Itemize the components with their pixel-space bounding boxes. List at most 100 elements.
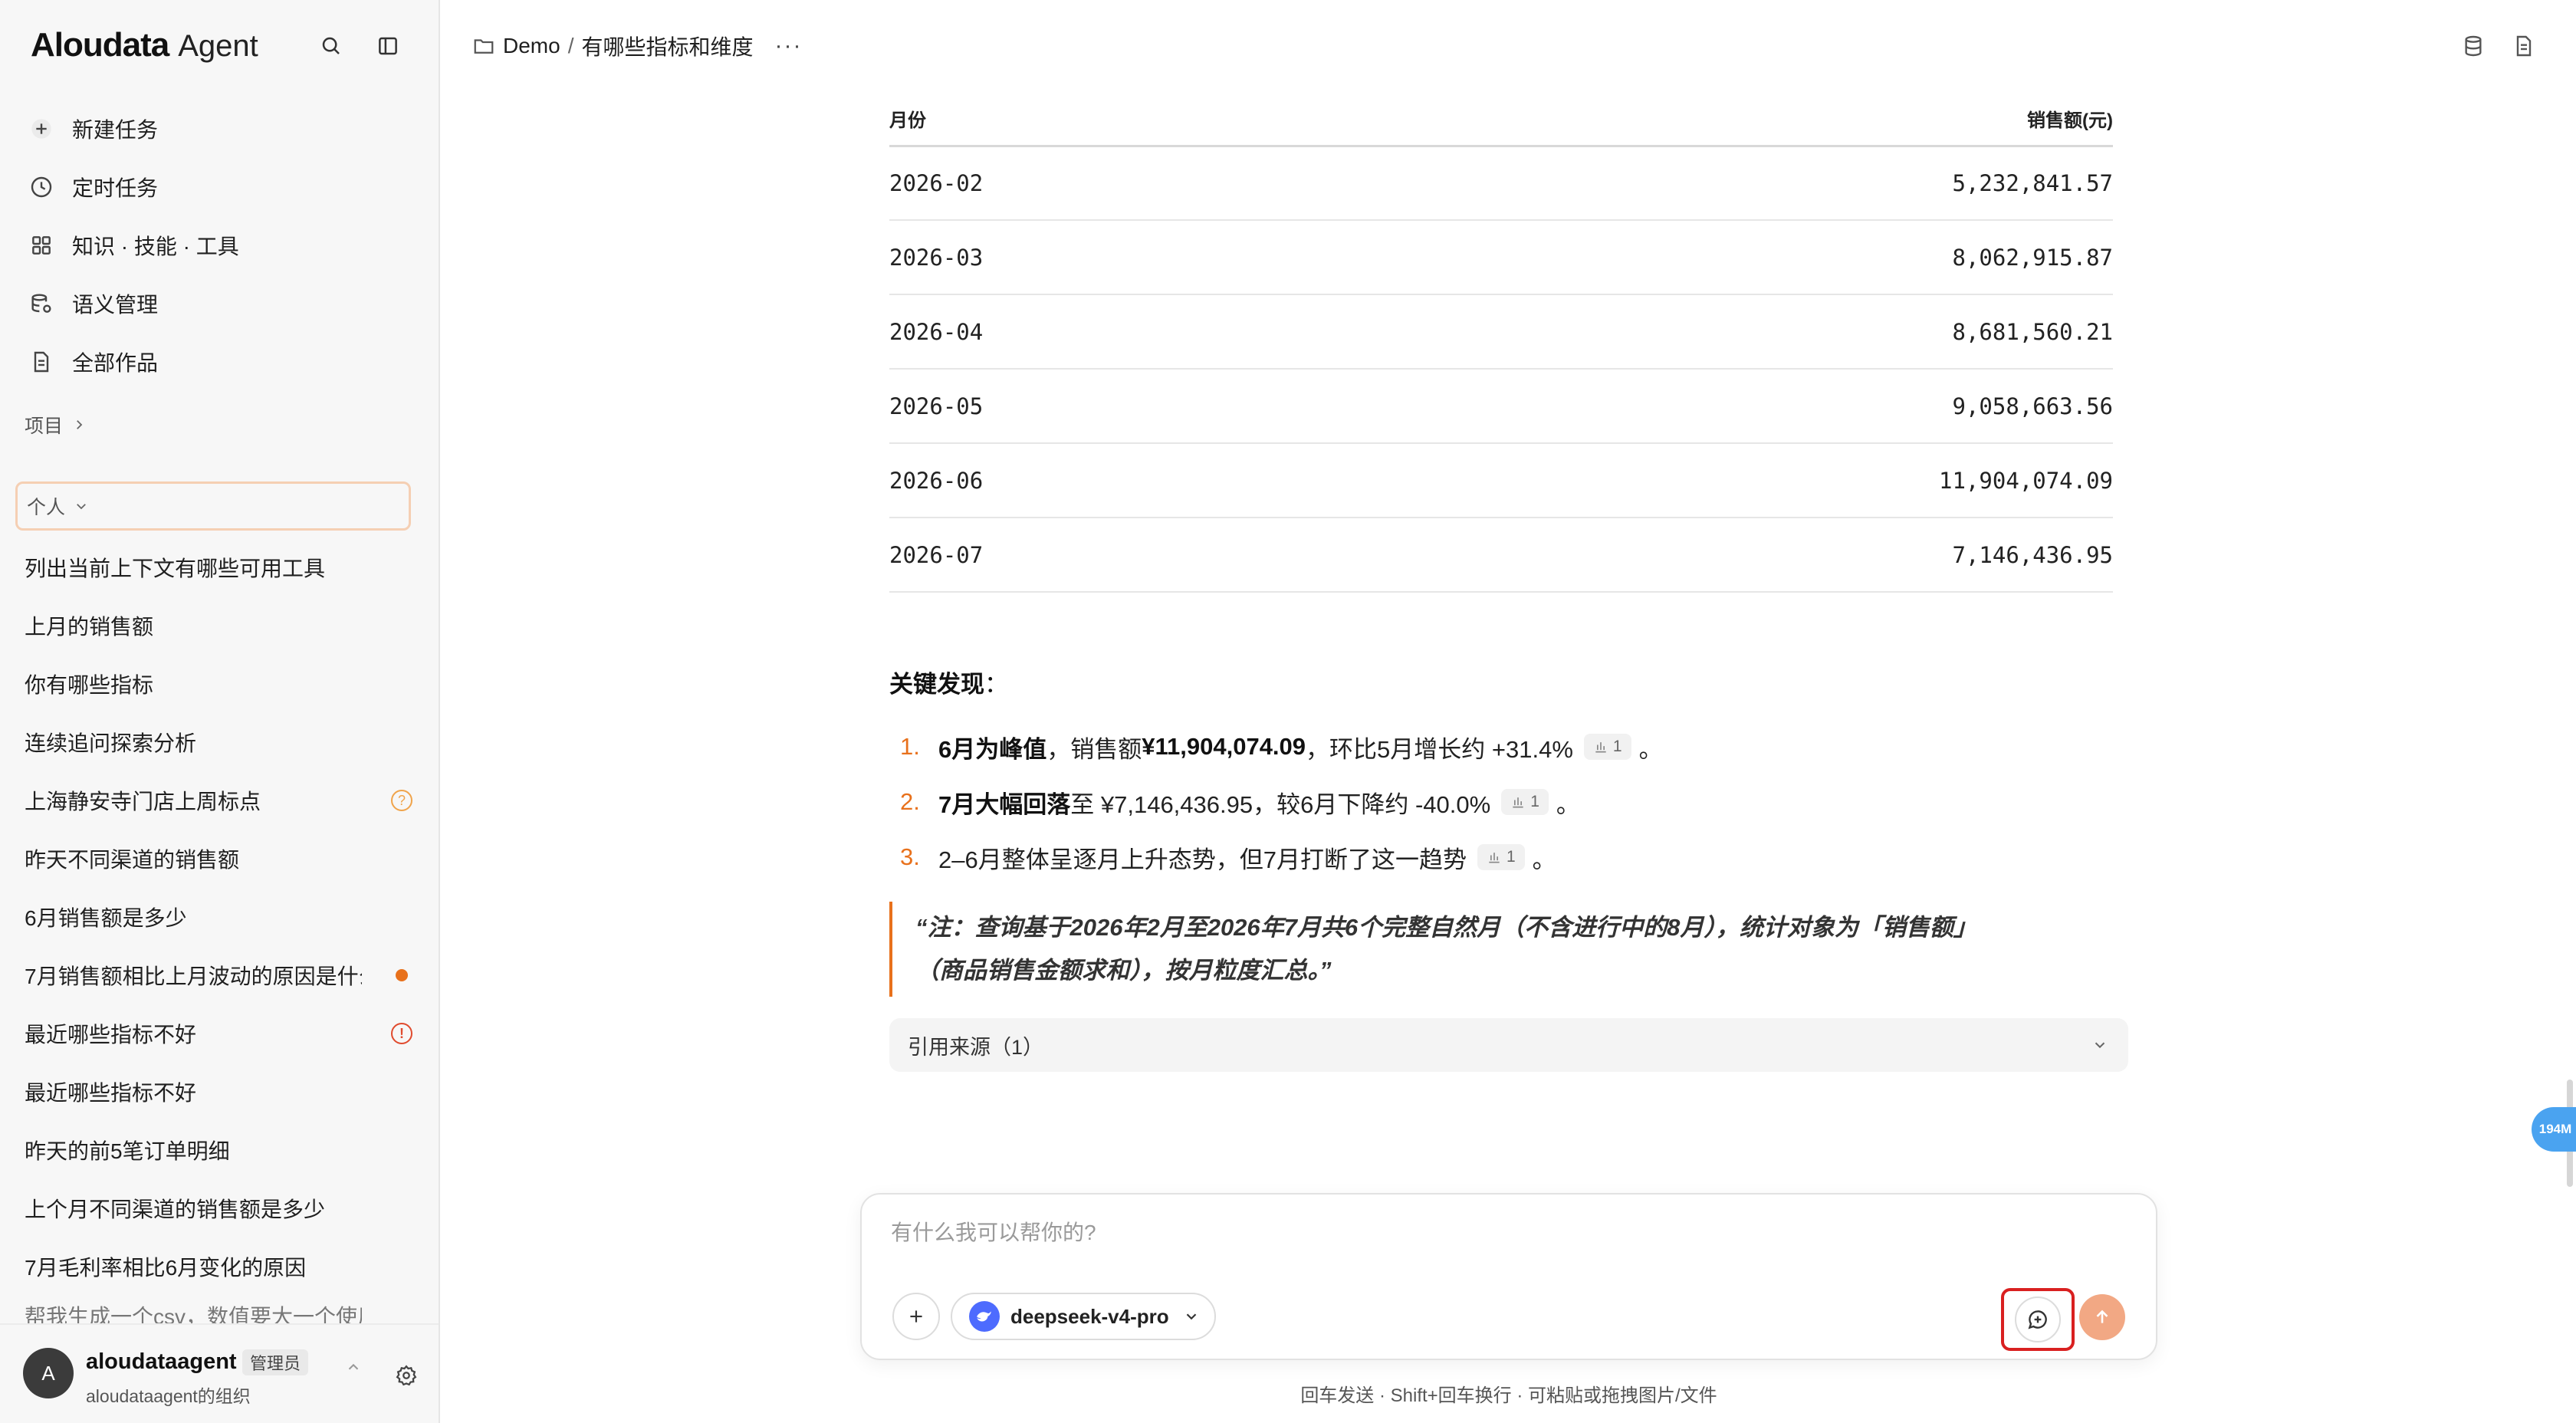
note-quote: “注：查询基于2026年2月至2026年7月共6个完整自然月（不含进行中的8月）… — [889, 902, 2085, 997]
column-header-month: 月份 — [889, 92, 1318, 147]
citation-count: 1 — [1612, 738, 1622, 755]
page-title: 有哪些指标和维度 — [581, 35, 754, 59]
conversation-item[interactable]: 7月销售额相比上月波动的原因是什么 — [25, 946, 416, 1004]
conversation-title: 昨天的前5笔订单明细 — [25, 1139, 230, 1163]
composer-hint: 回车发送 · Shift+回车换行 · 可粘贴或拖拽图片/文件 — [1300, 1385, 1717, 1406]
search-button[interactable] — [314, 29, 348, 63]
conversation-item[interactable]: 6月销售额是多少 — [25, 888, 416, 946]
conversation-item[interactable]: 上个月不同渠道的销售额是多少 — [25, 1179, 416, 1237]
finding-end: 。 — [1532, 846, 1556, 873]
conversation-title: 昨天不同渠道的销售额 — [25, 848, 240, 872]
citation-chip[interactable]: 1 — [1477, 844, 1525, 870]
nav-label: 全部作品 — [72, 351, 159, 375]
projects-section-toggle[interactable]: 项目 — [25, 411, 86, 439]
datasource-button[interactable] — [2456, 29, 2490, 63]
nav-scheduled-tasks[interactable]: 定时任务 — [21, 158, 420, 216]
list-number: 2. — [900, 788, 920, 815]
conversation-item[interactable]: 上海静安寺门店上周标点 ? — [25, 771, 416, 830]
more-options-button[interactable]: ··· — [775, 33, 803, 59]
user-org: aloudataagent的组织 — [86, 1386, 251, 1406]
chevron-up-icon[interactable] — [345, 1359, 362, 1375]
chevron-right-icon — [77, 420, 83, 429]
table-row: 2026-02 5,232,841.57 — [889, 146, 2113, 221]
conversation-item[interactable]: 7月毛利率相比6月变化的原因 — [25, 1237, 416, 1296]
finding-bold: 6月为峰值 — [938, 735, 1047, 763]
conversation-item[interactable]: 上月的销售额 — [25, 596, 416, 655]
cell-sales: 9,058,663.56 — [1317, 369, 2113, 444]
list-number: 3. — [900, 843, 920, 870]
send-button[interactable] — [2079, 1294, 2125, 1340]
cell-month: 2026-02 — [889, 146, 1318, 221]
artifacts-button[interactable] — [2507, 29, 2541, 63]
model-selector[interactable]: deepseek-v4-pro — [951, 1293, 1216, 1340]
findings-list: 1. 6月为峰值 ，销售额 ¥11,904,074.09 ，环比5月增长约 +31.… — [889, 719, 2113, 885]
folder-icon — [474, 39, 494, 54]
conversation-title: 上个月不同渠道的销售额是多少 — [25, 1198, 326, 1221]
sidebar-toggle-icon — [379, 37, 397, 55]
citation-chip[interactable]: 1 — [1501, 789, 1549, 815]
arrow-up-icon — [2096, 1310, 2108, 1323]
breadcrumb-separator: / — [567, 34, 574, 58]
cell-sales: 7,146,436.95 — [1317, 518, 2113, 593]
toggle-sidebar-button[interactable] — [371, 29, 405, 63]
conversation-title: 上海静安寺门店上周标点 — [25, 790, 261, 813]
question-icon: ? — [391, 790, 412, 811]
database-settings-icon — [28, 290, 55, 317]
citation-chip[interactable]: 1 — [1583, 734, 1631, 760]
chevron-down-icon — [2095, 1042, 2105, 1049]
sources-accordion[interactable]: 引用来源（1） — [889, 1018, 2128, 1072]
finding-bold: ¥11,904,074.09 — [1142, 733, 1306, 760]
sources-label: 引用来源（1） — [908, 1035, 1044, 1059]
conversation-item[interactable]: 你有哪些指标 — [25, 655, 416, 713]
user-name: aloudataagent — [86, 1349, 237, 1374]
user-profile[interactable]: A aloudataagent 管理员 aloudataagent的组织 — [0, 1323, 439, 1423]
new-chat-button[interactable] — [2001, 1288, 2075, 1351]
conversation-item[interactable]: 最近哪些指标不好 ! — [25, 1004, 416, 1063]
nav-knowledge-skills-tools[interactable]: 知识 · 技能 · 工具 — [21, 216, 420, 274]
attach-button[interactable] — [892, 1293, 940, 1340]
findings-colon: ： — [984, 671, 1008, 698]
app-logo[interactable]: Aloudata Agent — [31, 26, 258, 66]
nav-new-task[interactable]: 新建任务 — [21, 100, 420, 158]
memory-usage-badge[interactable]: 194M — [2532, 1107, 2576, 1152]
avatar: A — [23, 1348, 74, 1398]
conversation-item[interactable]: 昨天不同渠道的销售额 — [25, 830, 416, 888]
cell-month: 2026-07 — [889, 518, 1318, 593]
list-item: 1. 6月为峰值 ，销售额 ¥11,904,074.09 ，环比5月增长约 +31.… — [889, 719, 2113, 774]
nav-all-works[interactable]: 全部作品 — [21, 333, 420, 391]
database-icon — [2465, 35, 2482, 57]
conversation-item[interactable]: 帮我生成一个csv，数值要大一个使用利... — [25, 1296, 416, 1326]
settings-button[interactable] — [389, 1359, 423, 1392]
role-badge: 管理员 — [242, 1349, 309, 1375]
document-icon — [2516, 35, 2532, 57]
document-icon — [28, 348, 55, 376]
conversation-item[interactable]: 最近哪些指标不好 — [25, 1063, 416, 1121]
warning-icon: ! — [391, 1023, 412, 1044]
chat-input[interactable] — [891, 1221, 1964, 1245]
nav-label: 知识 · 技能 · 工具 — [72, 235, 239, 258]
table-row: 2026-04 8,681,560.21 — [889, 294, 2113, 370]
cell-sales: 8,681,560.21 — [1317, 294, 2113, 370]
logo-product: Agent — [178, 29, 258, 63]
conversation-item[interactable]: 昨天的前5笔订单明细 — [25, 1121, 416, 1179]
new-chat-button-inner[interactable] — [2015, 1296, 2061, 1342]
personal-section-toggle[interactable]: 个人 — [15, 481, 411, 531]
finding-end: 。 — [1556, 790, 1580, 818]
nav-label: 定时任务 — [72, 176, 159, 200]
nav-semantic-management[interactable]: 语义管理 — [21, 274, 420, 333]
conversation-list: 列出当前上下文有哪些可用工具 上月的销售额 你有哪些指标 连续追问探索分析 上海… — [25, 538, 416, 1326]
grid-icon — [28, 232, 55, 259]
list-number: 1. — [900, 733, 920, 760]
app-root: Aloudata Agent 新建任务 定时任务 知识 · 技能 · 工具 语义… — [0, 0, 2576, 1423]
sales-table: 月份 销售额(元) 2026-02 5,232,841.57 2026-03 8,0… — [889, 92, 2113, 593]
breadcrumb-folder[interactable]: Demo — [503, 34, 560, 58]
finding-text: ，销售额 — [1046, 735, 1142, 763]
conversation-item[interactable]: 列出当前上下文有哪些可用工具 — [25, 538, 416, 596]
chevron-down-icon — [77, 504, 86, 510]
list-item: 2. 7月大幅回落至 ¥7,146,436.95，较6月下降约 -40.0% 1… — [889, 774, 2113, 830]
bar-chart-icon — [1595, 742, 1606, 753]
sidebar: Aloudata Agent 新建任务 定时任务 知识 · 技能 · 工具 语义… — [0, 0, 440, 1423]
deepseek-logo-icon — [969, 1301, 1000, 1332]
table-row: 2026-03 8,062,915.87 — [889, 220, 2113, 295]
conversation-item[interactable]: 连续追问探索分析 — [25, 713, 416, 771]
